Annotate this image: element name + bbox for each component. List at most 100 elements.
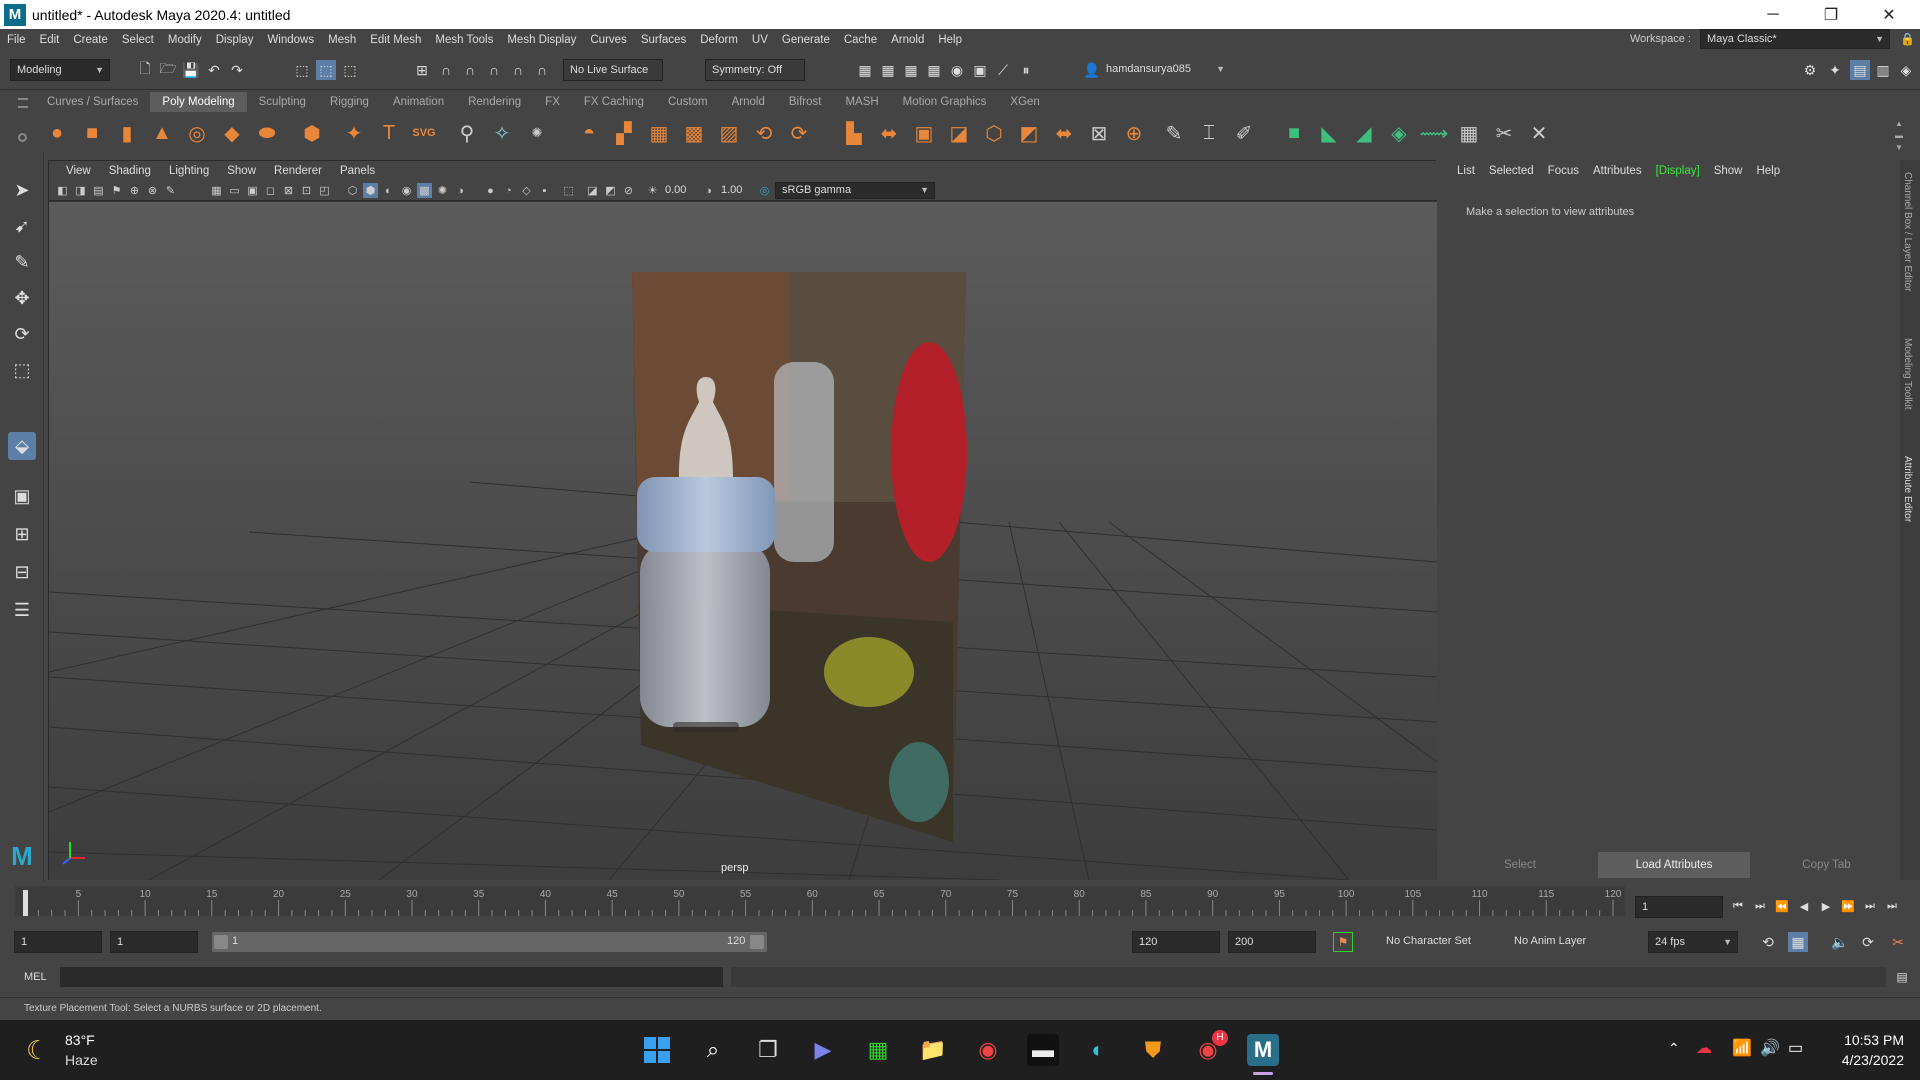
fps-dropdown[interactable]: 24 fps ▼ xyxy=(1648,931,1738,953)
menu-curves[interactable]: Curves xyxy=(583,34,633,46)
camera-attributes-icon[interactable]: ▤ xyxy=(91,183,106,198)
lock-camera-icon[interactable]: ◨ xyxy=(73,183,88,198)
screen-space-ao-icon[interactable]: ● xyxy=(483,183,498,198)
lock-icon[interactable]: 🔒 xyxy=(1900,32,1915,46)
play-forwards-icon[interactable]: ▶ xyxy=(1816,896,1836,916)
attr-menu-attributes[interactable]: Attributes xyxy=(1586,165,1649,177)
volume-icon[interactable]: 🔊 xyxy=(1760,1038,1780,1058)
step-forward-key-icon[interactable]: ⏭ xyxy=(1860,896,1880,916)
command-language-label[interactable]: MEL xyxy=(24,971,47,983)
minimize-button[interactable]: ─ xyxy=(1744,0,1802,29)
select-button[interactable]: Select xyxy=(1445,852,1595,878)
auto-keyframe-icon[interactable]: ⚑ xyxy=(1333,932,1353,952)
perspective-scene[interactable]: persp xyxy=(49,202,1437,880)
menu-modify[interactable]: Modify xyxy=(161,34,209,46)
weather-description[interactable]: Haze xyxy=(65,1052,98,1068)
animation-end-field[interactable]: 200 xyxy=(1228,931,1316,953)
edge-icon[interactable]: ◐ xyxy=(1082,1034,1114,1066)
shelf-settings-icon[interactable] xyxy=(18,133,27,142)
image-plane-icon[interactable]: ⊕ xyxy=(127,183,142,198)
snap-view-plane-icon[interactable]: ∩ xyxy=(508,60,528,80)
uv-unfold-icon[interactable]: ⟿ xyxy=(1420,119,1449,147)
attr-menu-display[interactable]: [Display] xyxy=(1649,165,1707,177)
menu-file[interactable]: File xyxy=(0,34,33,46)
menu-uv[interactable]: UV xyxy=(745,34,775,46)
animation-preferences-icon[interactable]: ⟳ xyxy=(1858,932,1878,952)
tab-motion-graphics[interactable]: Motion Graphics xyxy=(891,96,999,108)
extrude-icon[interactable]: ▙ xyxy=(840,119,868,147)
menu-mesh[interactable]: Mesh xyxy=(321,34,363,46)
tab-sculpting[interactable]: Sculpting xyxy=(247,96,318,108)
weather-moon-icon[interactable]: ☾ xyxy=(26,1035,49,1066)
append-to-polygon-icon[interactable]: ▣ xyxy=(910,119,938,147)
poly-disc-icon[interactable]: ⬬ xyxy=(253,119,281,147)
four-view-layout-icon[interactable]: ⊞ xyxy=(8,520,36,548)
menu-edit[interactable]: Edit xyxy=(33,34,67,46)
shadows-icon[interactable]: ◑ xyxy=(453,183,468,198)
load-attributes-button[interactable]: Load Attributes xyxy=(1598,852,1750,878)
tab-xgen[interactable]: XGen xyxy=(998,96,1051,108)
go-to-end-icon[interactable]: ⏭ xyxy=(1882,896,1902,916)
menu-mesh-tools[interactable]: Mesh Tools xyxy=(428,34,500,46)
tab-fx-caching[interactable]: FX Caching xyxy=(572,96,656,108)
search-icon[interactable]: ⌕ xyxy=(697,1034,729,1066)
viewport-menu-panels[interactable]: Panels xyxy=(331,165,384,177)
select-tool-icon[interactable]: ➤ xyxy=(8,176,36,204)
clock-date[interactable]: 4/23/2022 xyxy=(1834,1052,1904,1068)
human-ik-icon[interactable]: ✦ xyxy=(1825,60,1845,80)
snap-point-icon[interactable]: ∩ xyxy=(460,60,480,80)
viewport-menu-lighting[interactable]: Lighting xyxy=(160,165,218,177)
paint-select-tool-icon[interactable]: ✎ xyxy=(8,248,36,276)
sound-icon[interactable]: 🔈 xyxy=(1830,932,1850,952)
tool-settings-icon[interactable]: ▥ xyxy=(1873,60,1893,80)
tab-custom[interactable]: Custom xyxy=(656,96,720,108)
snap-projected-icon[interactable]: ∩ xyxy=(484,60,504,80)
select-component-icon[interactable]: ⬚ xyxy=(340,60,360,80)
viewport-menu-view[interactable]: View xyxy=(57,165,100,177)
close-button[interactable]: ✕ xyxy=(1860,0,1918,29)
wireframe-on-shaded-icon[interactable]: ◐ xyxy=(381,183,396,198)
channel-box-icon[interactable]: ◈ xyxy=(1896,60,1916,80)
mesh-bevel-icon[interactable]: ✧ xyxy=(488,119,516,147)
render-current-icon[interactable]: ▦ xyxy=(878,60,898,80)
menu-display[interactable]: Display xyxy=(209,34,261,46)
redo-icon[interactable]: ↷ xyxy=(227,60,247,80)
chrome-icon[interactable]: ◉ xyxy=(972,1034,1004,1066)
fill-hole-icon[interactable]: ⬡ xyxy=(980,119,1008,147)
snap-curve-icon[interactable]: ∩ xyxy=(436,60,456,80)
modeling-toolkit-tab[interactable]: Modeling Toolkit xyxy=(1902,338,1913,410)
field-chart-icon[interactable]: ⊠ xyxy=(281,183,296,198)
current-time-marker[interactable] xyxy=(23,890,28,916)
render-settings-icon[interactable]: ▦ xyxy=(855,60,875,80)
tab-rigging[interactable]: Rigging xyxy=(318,96,381,108)
merge-icon[interactable]: ◩ xyxy=(1015,119,1043,147)
color-management-icon[interactable]: ◎ xyxy=(757,183,772,198)
poly-platonic-icon[interactable]: ⬢ xyxy=(298,119,326,147)
cache-playback-icon[interactable]: ▦ xyxy=(1788,932,1808,952)
poly-plane-icon[interactable]: ◆ xyxy=(218,119,246,147)
scene-canvas[interactable] xyxy=(49,202,1437,880)
depth-of-field-icon[interactable]: ▪ xyxy=(537,183,552,198)
gamma-icon[interactable]: ◑ xyxy=(701,183,716,198)
rotate-tool-icon[interactable]: ⟳ xyxy=(8,320,36,348)
user-account-dropdown[interactable]: hamdansurya085 ▼ xyxy=(1100,59,1230,81)
animation-start-field[interactable]: 1 xyxy=(14,931,102,953)
offset-edge-loop-icon[interactable]: ⊕ xyxy=(1120,119,1148,147)
render-view-icon[interactable]: ▦ xyxy=(924,60,944,80)
uv-automatic-icon[interactable]: ◈ xyxy=(1385,119,1413,147)
attr-menu-focus[interactable]: Focus xyxy=(1541,165,1586,177)
symmetry-dropdown[interactable]: Symmetry: Off xyxy=(705,59,805,81)
gamma-value[interactable]: 1.00 xyxy=(721,184,742,196)
undo-icon[interactable]: ↶ xyxy=(204,60,224,80)
menu-help[interactable]: Help xyxy=(931,34,969,46)
wifi-icon[interactable]: 📶 xyxy=(1732,1038,1752,1058)
multi-cut-icon[interactable]: ✎ xyxy=(1160,119,1188,147)
play-backwards-icon[interactable]: ◀ xyxy=(1794,896,1814,916)
app-icon[interactable]: ▦ xyxy=(862,1034,894,1066)
menu-select[interactable]: Select xyxy=(115,34,161,46)
copy-tab-button[interactable]: Copy Tab xyxy=(1753,852,1900,878)
workspace-dropdown[interactable]: Maya Classic* ▼ xyxy=(1700,29,1890,49)
two-view-layout-icon[interactable]: ⊟ xyxy=(8,558,36,586)
live-surface-field[interactable]: No Live Surface xyxy=(563,59,663,81)
separate-icon[interactable]: ▞ xyxy=(610,119,638,147)
